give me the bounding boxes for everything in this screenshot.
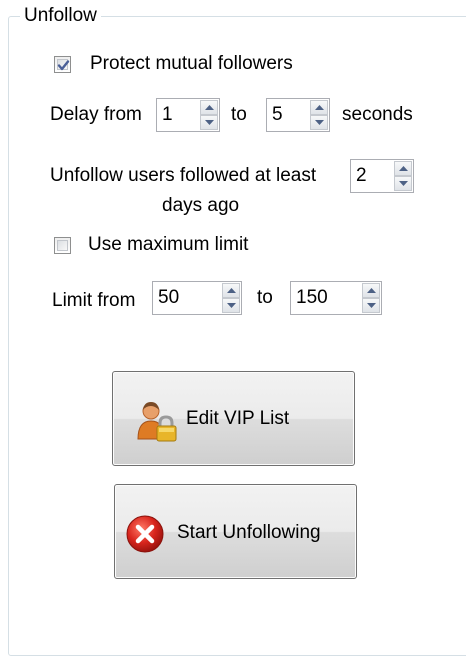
unfollow-age-days-label: days ago (162, 195, 240, 216)
limit-from-down-button[interactable] (222, 298, 240, 313)
limit-from-up-button[interactable] (222, 283, 240, 298)
use-max-limit-label[interactable]: Use maximum limit (88, 234, 248, 256)
start-unfollowing-label[interactable]: Start Unfollowing (177, 522, 321, 544)
triangle-up-icon (205, 105, 214, 110)
triangle-up-icon (399, 166, 408, 171)
limit-from-label: Limit from (52, 290, 136, 311)
limit-to-spinner[interactable]: 150 (290, 281, 382, 315)
limit-to-down-button[interactable] (362, 298, 380, 313)
delay-to-spinner[interactable]: 5 (266, 98, 330, 132)
triangle-up-icon (315, 105, 324, 110)
start-unfollowing-button[interactable]: Start Unfollowing (114, 484, 357, 579)
user-lock-icon (137, 402, 177, 442)
unfollow-age-up-button[interactable] (394, 161, 412, 176)
delay-seconds-label: seconds (342, 104, 413, 125)
limit-from-spinner[interactable]: 50 (152, 281, 242, 315)
delay-to-label: to (231, 104, 247, 125)
triangle-up-icon (367, 288, 376, 293)
checkmark-icon (57, 60, 70, 71)
limit-to-label: to (257, 287, 273, 308)
delay-from-up-button[interactable] (200, 100, 218, 115)
limit-to-value[interactable]: 150 (296, 287, 328, 309)
unfollow-age-spinner[interactable]: 2 (350, 159, 414, 193)
limit-to-up-button[interactable] (362, 283, 380, 298)
triangle-down-icon (367, 303, 376, 308)
protect-mutual-checkbox[interactable] (54, 56, 71, 73)
unfollow-age-label: Unfollow users followed at least (50, 165, 317, 186)
delay-from-label: Delay from (50, 104, 142, 125)
delay-from-spinner[interactable]: 1 (156, 98, 220, 132)
edit-vip-list-label[interactable]: Edit VIP List (186, 408, 289, 430)
unfollow-age-down-button[interactable] (394, 176, 412, 191)
triangle-down-icon (227, 303, 236, 308)
groupbox-title: Unfollow (20, 5, 101, 27)
delay-from-value[interactable]: 1 (162, 104, 173, 126)
delay-to-value[interactable]: 5 (272, 104, 283, 126)
red-x-circle-icon (126, 515, 164, 553)
delay-from-down-button[interactable] (200, 115, 218, 130)
delay-to-down-button[interactable] (310, 115, 328, 130)
triangle-down-icon (399, 181, 408, 186)
use-max-limit-checkbox[interactable] (54, 237, 71, 254)
triangle-down-icon (315, 120, 324, 125)
limit-from-value[interactable]: 50 (158, 287, 179, 309)
edit-vip-list-button[interactable]: Edit VIP List (112, 371, 355, 466)
unfollow-age-value[interactable]: 2 (356, 165, 367, 187)
protect-mutual-label[interactable]: Protect mutual followers (90, 53, 293, 75)
triangle-down-icon (205, 120, 214, 125)
triangle-up-icon (227, 288, 236, 293)
delay-to-up-button[interactable] (310, 100, 328, 115)
